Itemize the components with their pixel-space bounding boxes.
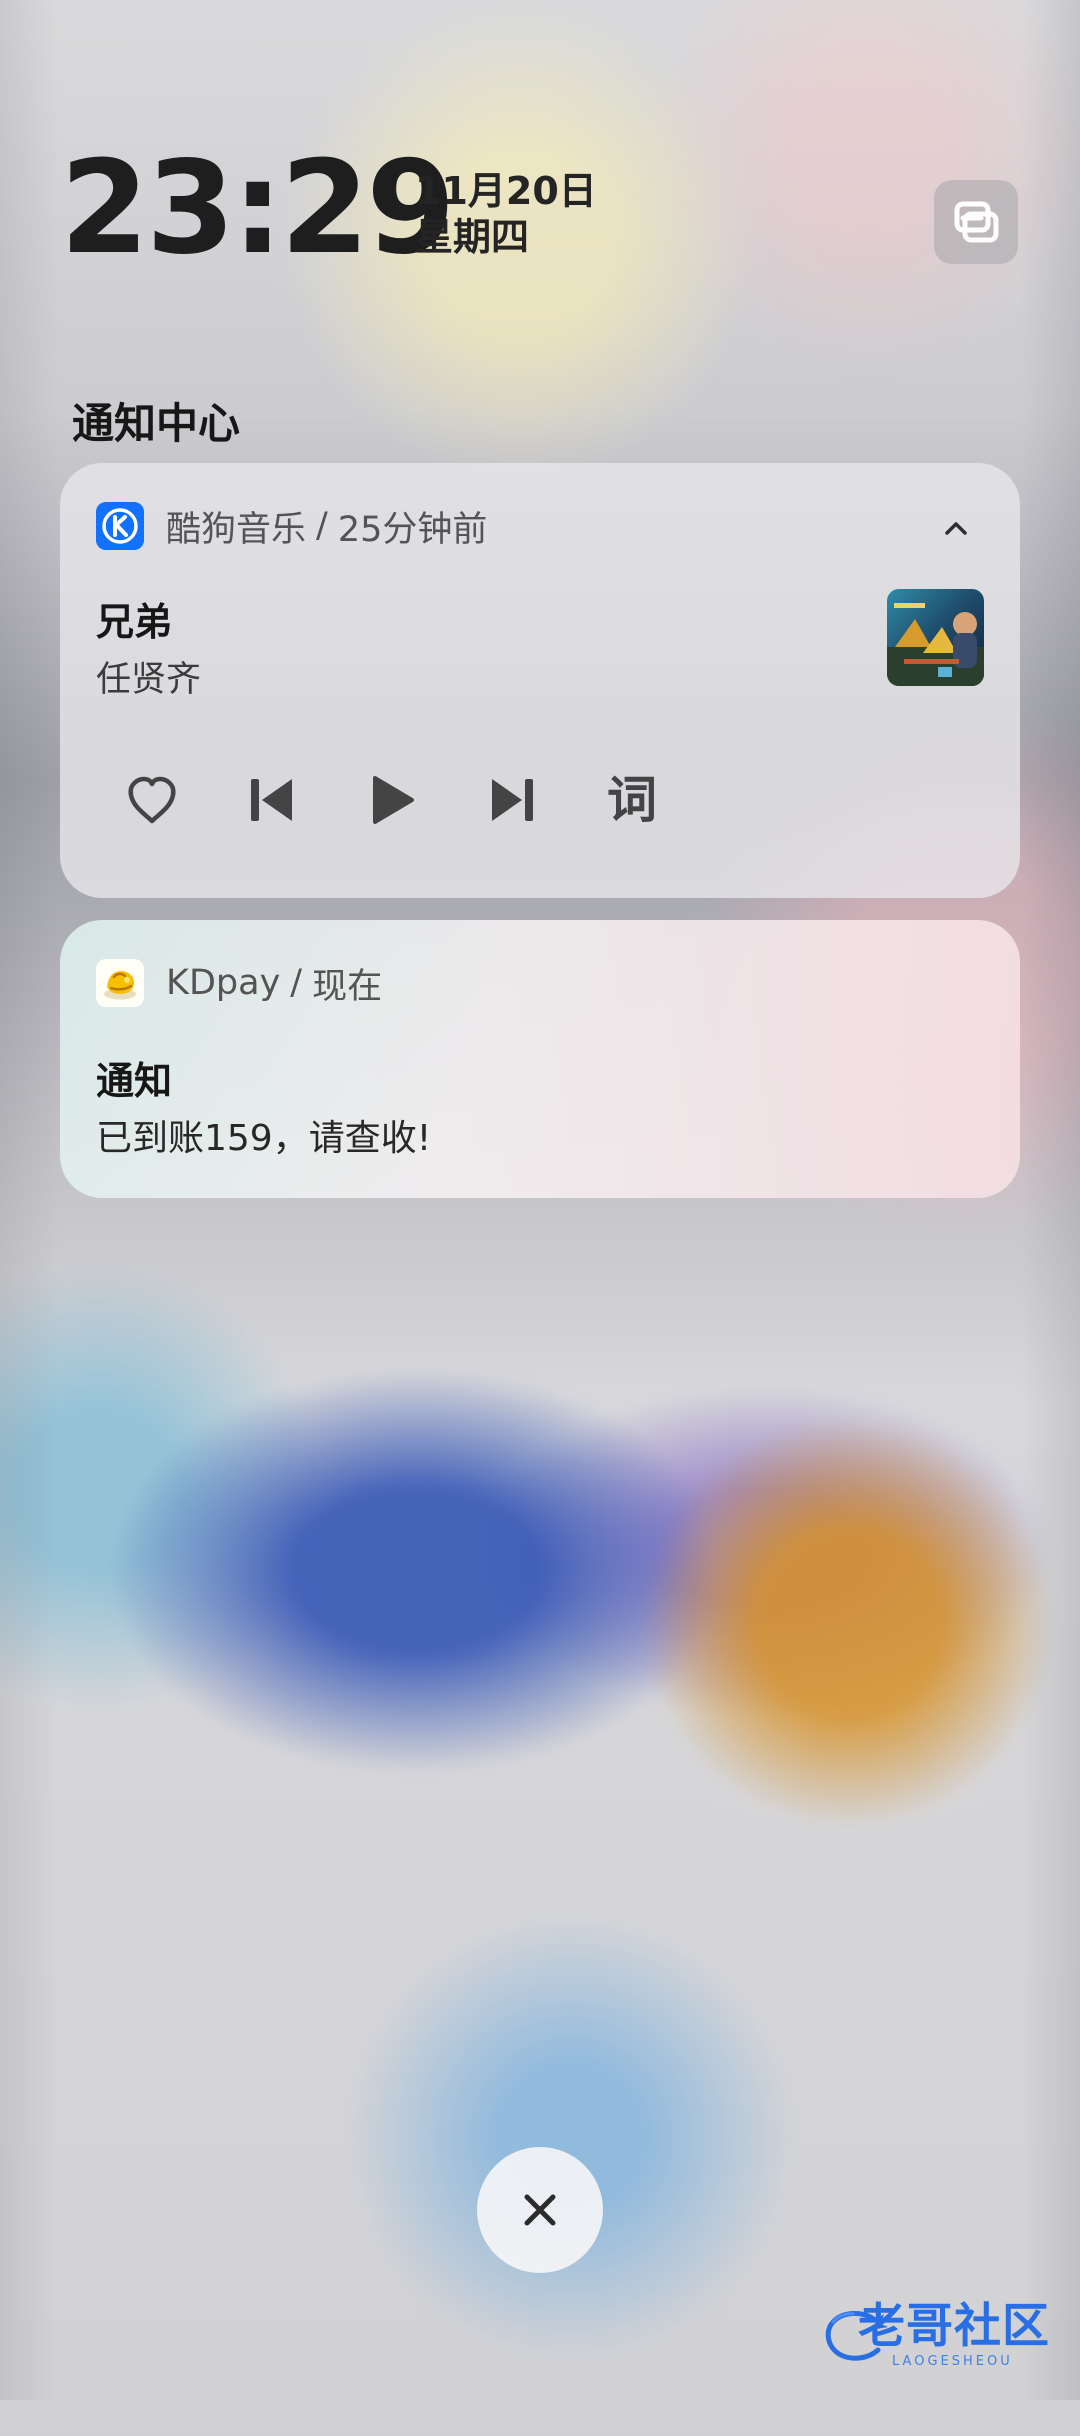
wallpaper-overlay: [0, 0, 1080, 2400]
kdpay-notification-header: KDpay / 现在: [96, 956, 382, 1010]
watermark-subtext: LAOGESHEOU: [892, 2354, 1013, 2369]
watermark: 老哥社区 LAOGESHEOU: [820, 2300, 1068, 2382]
notification-center-title: 通知中心: [72, 399, 241, 448]
lockscreen-time: 23:29: [60, 134, 455, 283]
kdpay-notification-body: 已到账159，请查收!: [96, 1118, 432, 1159]
previous-track-button[interactable]: [240, 768, 304, 832]
previous-track-icon: [251, 779, 292, 821]
favorite-button[interactable]: [120, 768, 184, 832]
song-title: 兄弟: [96, 600, 173, 644]
music-app-name: 酷狗音乐: [166, 509, 307, 550]
lockscreen-weekday: 星期四: [415, 215, 530, 259]
play-button[interactable]: [360, 768, 424, 832]
music-notification-card[interactable]: 酷狗音乐 / 25分钟前 兄弟 任贤齐 词: [60, 463, 1020, 898]
collapse-notification-button[interactable]: [934, 506, 978, 550]
play-icon: [373, 776, 414, 824]
next-track-button[interactable]: [480, 768, 544, 832]
watermark-text: 老哥社区: [858, 2299, 1050, 2354]
lyrics-label: 词: [607, 771, 657, 829]
lockscreen-date: 11月20日: [415, 169, 597, 213]
kdpay-time-ago: 现在: [312, 966, 383, 1007]
kdpay-icon: [96, 959, 144, 1007]
music-notification-meta: 酷狗音乐 / 25分钟前: [166, 501, 487, 552]
heart-icon: [128, 776, 176, 824]
clear-notifications-button[interactable]: [477, 2147, 603, 2273]
chevron-up-icon: [945, 522, 967, 535]
music-time-ago: 25分钟前: [337, 509, 488, 550]
lyrics-button[interactable]: 词: [600, 768, 664, 832]
next-track-icon: [492, 779, 533, 821]
kdpay-notification-meta: KDpay / 现在: [166, 958, 382, 1009]
music-separator: /: [316, 506, 328, 546]
album-art: [887, 589, 984, 686]
kdpay-notification-title: 通知: [96, 1059, 173, 1103]
manage-notifications-icon: [954, 201, 999, 243]
kdpay-app-name: KDpay: [166, 963, 281, 1003]
kdpay-notification-card[interactable]: KDpay / 现在 通知 已到账159，请查收!: [60, 920, 1020, 1198]
music-notification-header: 酷狗音乐 / 25分钟前: [96, 499, 487, 553]
kdpay-separator: /: [290, 963, 303, 1003]
artist-name: 任贤齐: [96, 660, 202, 700]
close-icon: [524, 2194, 556, 2226]
music-controls: 词: [120, 764, 664, 836]
kugou-icon: [96, 502, 144, 550]
lockscreen-date-block: 11月20日 星期四: [415, 168, 597, 260]
notification-manage-button[interactable]: [934, 180, 1018, 264]
